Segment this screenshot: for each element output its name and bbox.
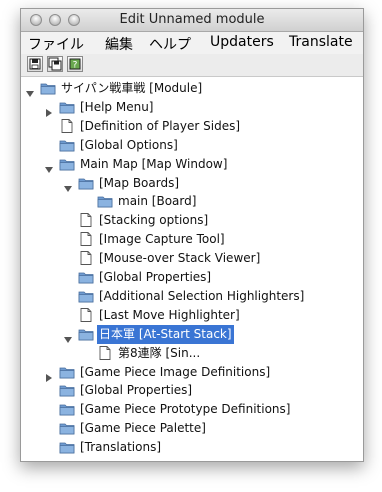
tree-row[interactable]: [Game Piece Image Definitions] [21, 363, 363, 382]
check-icon: ? [69, 58, 81, 71]
tree-row[interactable]: Main Map [Map Window] [21, 155, 363, 174]
svg-text:?: ? [73, 61, 78, 71]
file-icon [78, 231, 94, 247]
tree-row[interactable]: [Translations] [21, 438, 363, 457]
tree-row[interactable]: [Image Capture Tool] [21, 230, 363, 249]
tree-row[interactable]: [Game Piece Palette] [21, 419, 363, 438]
tree-node-label: 第8連隊 [Sin... [118, 345, 201, 360]
tree-node-label: 日本軍 [At-Start Stack] [97, 324, 234, 344]
tree-row[interactable]: [Stacking options] [21, 211, 363, 230]
expand-triangle-icon[interactable] [25, 84, 35, 97]
tree-row[interactable]: [Global Properties] [21, 381, 363, 400]
tree-node-label: [Global Properties] [99, 270, 212, 284]
file-icon [78, 307, 94, 323]
folder-icon [59, 364, 75, 380]
folder-icon [78, 288, 94, 304]
tree-node-label: [Game Piece Image Definitions] [80, 364, 271, 379]
module-tree[interactable]: サイパン戦車戦 [Module] [Help Menu] [Definition o… [21, 77, 363, 461]
folder-icon [59, 382, 75, 398]
tree-node-label: [Stacking options] [99, 213, 209, 228]
folder-icon [59, 420, 75, 436]
tree-row[interactable]: [Definition of Player Sides] [21, 117, 363, 136]
folder-icon [78, 175, 94, 191]
tree-node-label: [Translations] [80, 440, 161, 455]
folder-icon [78, 326, 94, 342]
menu-translate[interactable]: Translate [289, 34, 353, 50]
folder-icon [40, 80, 56, 96]
file-icon [78, 250, 94, 266]
tree-row[interactable]: main [Board] [21, 192, 363, 211]
folder-icon [59, 156, 75, 172]
tree-node-label: Main Map [Map Window] [80, 156, 228, 171]
tree-node-label: [Mouse-over Stack Viewer] [99, 251, 261, 266]
save-as-button[interactable] [47, 56, 63, 72]
tree-node-label: [Help Menu] [80, 99, 154, 114]
tree-node-label: [Map Boards] [99, 175, 180, 190]
menu-help[interactable]: ヘルプ [149, 34, 191, 54]
tree-node-label: [Last Move Highlighter] [99, 307, 240, 322]
file-icon [59, 118, 75, 134]
folder-icon [59, 137, 75, 153]
tree-row[interactable]: [Game Piece Prototype Definitions] [21, 400, 363, 419]
collapse-triangle-icon[interactable] [44, 103, 54, 117]
toolbar: ? [21, 54, 363, 77]
menu-bar: ファイル 編集 ヘルプ Updaters Translate [21, 32, 363, 55]
tree-row[interactable]: [Global Options] [21, 136, 363, 155]
tree-row[interactable]: [Last Move Highlighter] [21, 306, 363, 325]
tree-node-label: [Definition of Player Sides] [80, 118, 241, 133]
menu-updaters[interactable]: Updaters [210, 34, 274, 50]
tree-row[interactable]: サイパン戦車戦 [Module] [21, 79, 363, 98]
tree-row[interactable]: 第8連隊 [Sin... [21, 344, 363, 363]
tree-row[interactable]: [Additional Selection Highlighters] [21, 287, 363, 306]
save-as-icon [48, 57, 62, 71]
folder-icon [59, 439, 75, 455]
tree-node-label: [Game Piece Palette] [80, 421, 206, 436]
tree-node-label: [Additional Selection Highlighters] [99, 288, 305, 303]
tree-row[interactable]: [Help Menu] [21, 98, 363, 117]
folder-icon [59, 99, 75, 115]
tree-node-label: [Global Options] [80, 137, 178, 152]
folder-icon [97, 193, 113, 209]
save-button[interactable] [27, 56, 43, 72]
tree-row[interactable]: [Map Boards] [21, 174, 363, 193]
tree-node-label: main [Board] [118, 194, 197, 209]
folder-icon [78, 269, 94, 285]
menu-file[interactable]: ファイル [28, 34, 84, 54]
menu-edit[interactable]: 編集 [105, 34, 133, 54]
tree-node-label: [Game Piece Prototype Definitions] [80, 402, 291, 417]
file-icon [78, 212, 94, 228]
tree-row[interactable]: 日本軍 [At-Start Stack] [21, 324, 363, 344]
tree-row[interactable]: [Mouse-over Stack Viewer] [21, 249, 363, 268]
tree-row[interactable]: [Global Properties] [21, 268, 363, 287]
window-title: Edit Unnamed module [119, 12, 265, 27]
title-bar[interactable]: Edit Unnamed module [21, 9, 363, 32]
tree-node-label: サイパン戦車戦 [Module] [61, 81, 203, 95]
tree-node-label: [Image Capture Tool] [99, 232, 225, 247]
validate-button[interactable]: ? [67, 56, 83, 72]
expand-triangle-icon[interactable] [44, 160, 54, 173]
tree-node-label: [Global Properties] [80, 383, 193, 398]
folder-icon [59, 401, 75, 417]
editor-window: Edit Unnamed module ファイル 編集 ヘルプ Updaters… [20, 8, 364, 462]
file-icon [97, 345, 113, 361]
collapse-triangle-icon[interactable] [44, 368, 54, 382]
expand-triangle-icon[interactable] [63, 179, 73, 192]
save-icon [29, 58, 41, 70]
expand-triangle-icon[interactable] [63, 330, 73, 343]
